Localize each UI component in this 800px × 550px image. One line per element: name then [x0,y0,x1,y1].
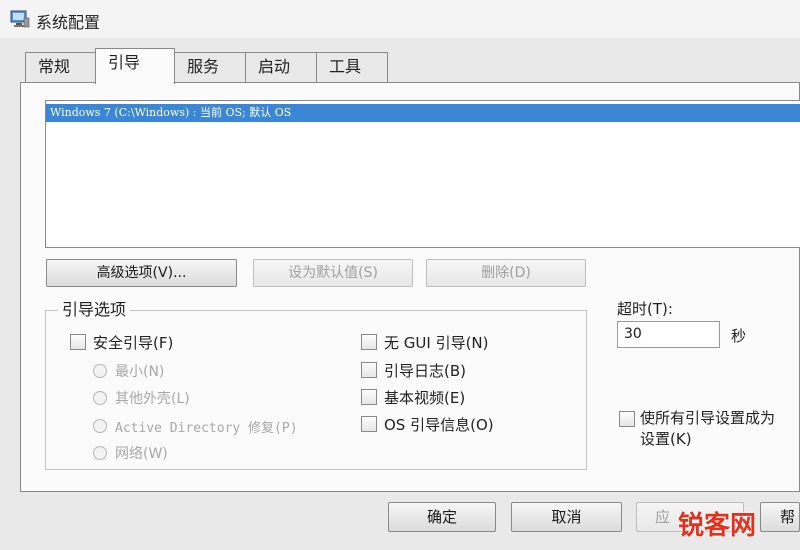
base-video-checkbox[interactable] [361,389,377,405]
os-boot-info-label: OS 引导信息(O) [384,416,494,434]
ok-button[interactable]: 确定 [388,502,496,532]
delete-button[interactable]: 删除(D) [426,259,586,287]
safe-mode-network-label: 网络(W) [115,446,168,462]
help-button[interactable]: 帮 [760,502,800,532]
boot-os-list[interactable] [45,100,800,248]
cancel-button[interactable]: 取消 [511,502,622,532]
no-gui-boot-label: 无 GUI 引导(N) [384,334,489,352]
boot-log-checkbox[interactable] [361,362,377,378]
tab-services[interactable]: 服务 [174,52,246,82]
window-title: 系统配置 [36,13,101,32]
safe-mode-ad-repair-radio[interactable] [93,419,107,433]
boot-os-entry-selected[interactable]: Windows 7 (C:\Windows) : 当前 OS; 默认 OS [46,104,800,122]
safe-mode-minimal-label: 最小(N) [115,364,165,380]
boot-log-label: 引导日志(B) [384,362,466,380]
safe-mode-minimal-radio[interactable] [93,364,107,378]
advanced-options-button[interactable]: 高级选项(V)... [46,259,237,287]
timeout-input[interactable]: 30 [617,321,720,348]
safe-mode-alternate-shell-label: 其他外壳(L) [115,391,190,407]
timeout-label: 超时(T): [617,300,673,318]
computer-icon [10,10,30,28]
make-permanent-label: 使所有引导设置成为 [640,409,776,427]
boot-options-legend: 引导选项 [58,296,131,320]
safe-mode-alternate-shell-radio[interactable] [93,391,107,405]
make-permanent-checkbox[interactable] [619,411,635,427]
safe-boot-checkbox[interactable] [70,334,86,350]
tab-tools[interactable]: 工具 [316,52,388,82]
site-watermark: 锐客网 [678,511,757,541]
no-gui-boot-checkbox[interactable] [361,334,377,350]
title-bar [0,0,800,38]
safe-mode-ad-repair-label: Active Directory 修复(P) [115,421,298,436]
safe-mode-network-radio[interactable] [93,446,107,460]
tab-boot[interactable]: 引导 [95,48,175,84]
tab-general[interactable]: 常规 [25,52,96,82]
tab-startup[interactable]: 启动 [245,52,317,82]
safe-boot-label: 安全引导(F) [93,334,174,352]
timeout-unit: 秒 [731,327,747,345]
make-permanent-label-line2: 设置(K) [640,430,692,448]
base-video-label: 基本视频(E) [384,389,466,407]
os-boot-info-checkbox[interactable] [361,416,377,432]
set-default-button[interactable]: 设为默认值(S) [253,259,413,287]
